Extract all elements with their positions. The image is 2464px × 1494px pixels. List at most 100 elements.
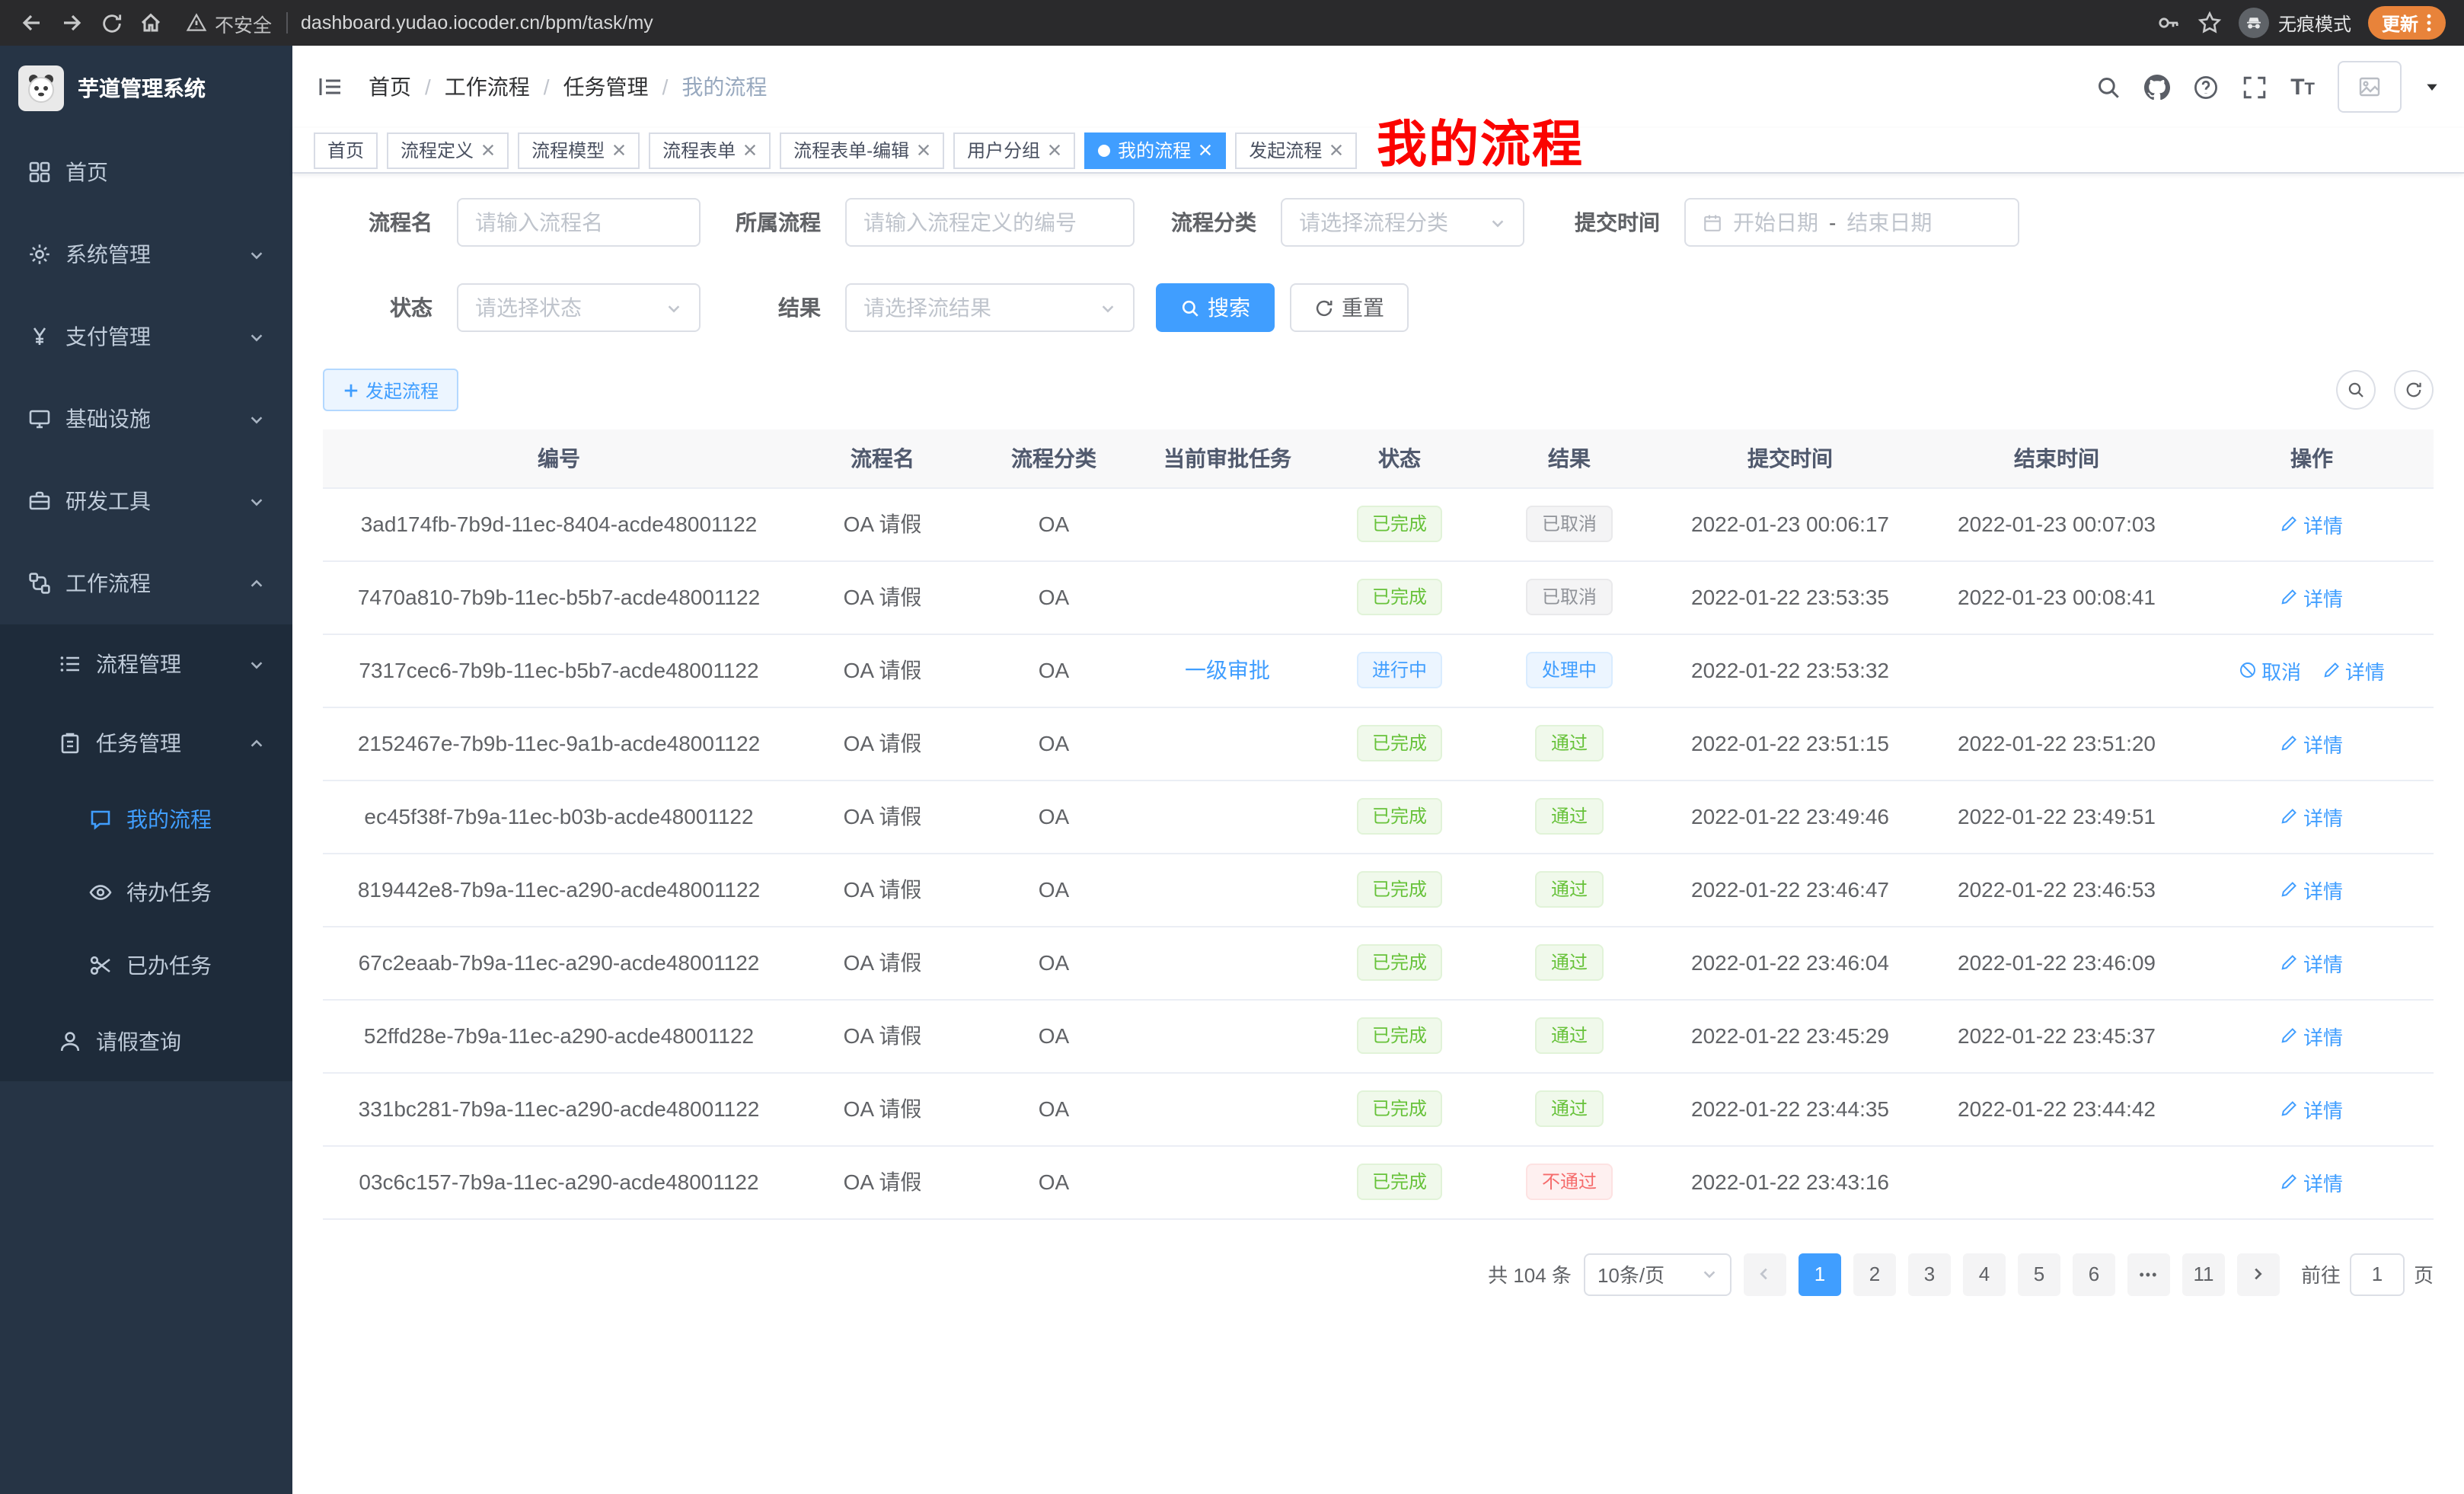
sidebar-item-workflow[interactable]: 工作流程 (0, 542, 292, 624)
detail-link[interactable]: 详情 (2280, 948, 2343, 977)
font-size-icon[interactable]: TT (2290, 75, 2315, 98)
page-size-select[interactable]: 10条/页 (1584, 1253, 1732, 1295)
breadcrumb-item[interactable]: 任务管理 (563, 72, 649, 102)
security-warning[interactable]: 不安全 (186, 8, 272, 37)
sidebar-item-system[interactable]: 系统管理 (0, 213, 292, 295)
tag-process-form[interactable]: 流程表单 (649, 132, 771, 168)
date-range-picker[interactable]: 开始日期 - 结束日期 (1684, 198, 2019, 247)
monitor-icon (27, 407, 52, 431)
page-button[interactable]: 6 (2073, 1253, 2115, 1295)
sidebar-item-done-task[interactable]: 已办任务 (0, 929, 292, 1002)
page-button[interactable]: 2 (1853, 1253, 1896, 1295)
cell-submit-time: 2022-01-22 23:51:15 (1657, 707, 1923, 780)
start-process-button[interactable]: 发起流程 (323, 369, 458, 411)
close-icon[interactable] (917, 143, 930, 157)
address-bar[interactable]: 不安全 dashboard.yudao.iocoder.cn/bpm/task/… (186, 8, 2156, 37)
navbar-actions: TT (2095, 61, 2440, 113)
sidebar-item-my-process[interactable]: 我的流程 (0, 783, 292, 856)
forward-icon[interactable] (52, 3, 91, 43)
detail-link[interactable]: 详情 (2280, 583, 2343, 611)
help-icon[interactable] (2193, 74, 2219, 100)
detail-link[interactable]: 详情 (2280, 802, 2343, 831)
tag-home[interactable]: 首页 (314, 132, 378, 168)
detail-link[interactable]: 详情 (2322, 656, 2385, 685)
caret-down-icon[interactable] (2424, 79, 2440, 94)
detail-link[interactable]: 详情 (2280, 509, 2343, 538)
sidebar-item-task-mgmt[interactable]: 任务管理 (0, 704, 292, 783)
result-select[interactable]: 请选择流结果 (845, 283, 1135, 332)
next-page-button[interactable] (2237, 1253, 2280, 1295)
page-button[interactable]: 1 (1799, 1253, 1841, 1295)
app-title: 芋道管理系统 (78, 73, 206, 104)
refresh-table-button[interactable] (2394, 370, 2434, 410)
breadcrumb-item[interactable]: 首页 (369, 72, 411, 102)
close-icon[interactable] (612, 143, 626, 157)
back-icon[interactable] (12, 3, 52, 43)
github-icon[interactable] (2144, 74, 2170, 100)
sidebar-item-leave-query[interactable]: 请假查询 (0, 1002, 292, 1081)
cell-category: OA (970, 926, 1138, 999)
sidebar: 芋道管理系统 首页 系统管理 支付管理 基础设施 (0, 46, 292, 1494)
passkey-icon[interactable] (2156, 11, 2181, 35)
task-link[interactable]: 一级审批 (1185, 655, 1270, 685)
cell-name: OA 请假 (795, 1072, 970, 1145)
home-icon[interactable] (131, 3, 171, 43)
bookmark-star-icon[interactable] (2197, 11, 2222, 35)
close-icon[interactable] (743, 143, 757, 157)
search-button[interactable]: 搜索 (1156, 283, 1275, 332)
breadcrumb-item[interactable]: 工作流程 (445, 72, 530, 102)
page-button[interactable]: 5 (2018, 1253, 2060, 1295)
tag-start-process[interactable]: 发起流程 (1235, 132, 1357, 168)
app-logo[interactable]: 芋道管理系统 (0, 46, 292, 131)
status-badge: 已完成 (1357, 944, 1442, 981)
process-def-input[interactable]: 请输入流程定义的编号 (845, 198, 1135, 247)
workflow-submenu: 流程管理 任务管理 我的流程 待办任务 已办 (0, 624, 292, 1081)
cell-category: OA (970, 853, 1138, 926)
page-button[interactable]: 11 (2182, 1253, 2225, 1295)
more-pages-button[interactable]: ••• (2127, 1253, 2170, 1295)
prev-page-button[interactable] (1744, 1253, 1786, 1295)
result-badge: 不通过 (1527, 1164, 1612, 1200)
search-icon[interactable] (2095, 74, 2121, 100)
url-text[interactable]: dashboard.yudao.iocoder.cn/bpm/task/my (301, 12, 653, 34)
plus-icon (343, 381, 359, 398)
tag-process-definition[interactable]: 流程定义 (387, 132, 509, 168)
page-button[interactable]: 4 (1963, 1253, 2006, 1295)
sidebar-item-infra[interactable]: 基础设施 (0, 378, 292, 460)
goto-page-input[interactable]: 1 (2350, 1253, 2405, 1295)
page-button[interactable]: 3 (1908, 1253, 1951, 1295)
tag-user-group[interactable]: 用户分组 (953, 132, 1075, 168)
result-badge: 已取消 (1527, 579, 1612, 615)
status-select[interactable]: 请选择状态 (457, 283, 701, 332)
show-search-button[interactable] (2336, 370, 2376, 410)
sidebar-toggle-icon[interactable] (317, 73, 344, 101)
cancel-link[interactable]: 取消 (2239, 656, 2301, 685)
detail-link[interactable]: 详情 (2280, 1021, 2343, 1050)
cell-task (1138, 853, 1317, 926)
goto-label: 前往 (2301, 1259, 2341, 1288)
tag-process-model[interactable]: 流程模型 (518, 132, 640, 168)
avatar[interactable] (2338, 61, 2402, 113)
reset-button[interactable]: 重置 (1290, 283, 1409, 332)
sidebar-item-payment[interactable]: 支付管理 (0, 295, 292, 378)
detail-link[interactable]: 详情 (2280, 729, 2343, 758)
sidebar-item-home[interactable]: 首页 (0, 131, 292, 213)
close-icon[interactable] (1048, 143, 1061, 157)
tag-my-process[interactable]: 我的流程 (1084, 132, 1226, 168)
close-icon[interactable] (1329, 143, 1343, 157)
sidebar-item-process-mgmt[interactable]: 流程管理 (0, 624, 292, 704)
sidebar-item-todo-task[interactable]: 待办任务 (0, 856, 292, 929)
update-button[interactable]: 更新 (2368, 6, 2446, 40)
detail-link[interactable]: 详情 (2280, 1167, 2343, 1196)
detail-link[interactable]: 详情 (2280, 1094, 2343, 1123)
edit-icon (2280, 515, 2299, 533)
tag-process-form-edit[interactable]: 流程表单-编辑 (780, 132, 944, 168)
process-name-input[interactable]: 请输入流程名 (457, 198, 701, 247)
detail-link[interactable]: 详情 (2280, 875, 2343, 904)
close-icon[interactable] (1198, 143, 1212, 157)
fullscreen-icon[interactable] (2242, 74, 2268, 100)
reload-icon[interactable] (91, 3, 131, 43)
sidebar-item-devtools[interactable]: 研发工具 (0, 460, 292, 542)
close-icon[interactable] (481, 143, 495, 157)
category-select[interactable]: 请选择流程分类 (1281, 198, 1524, 247)
